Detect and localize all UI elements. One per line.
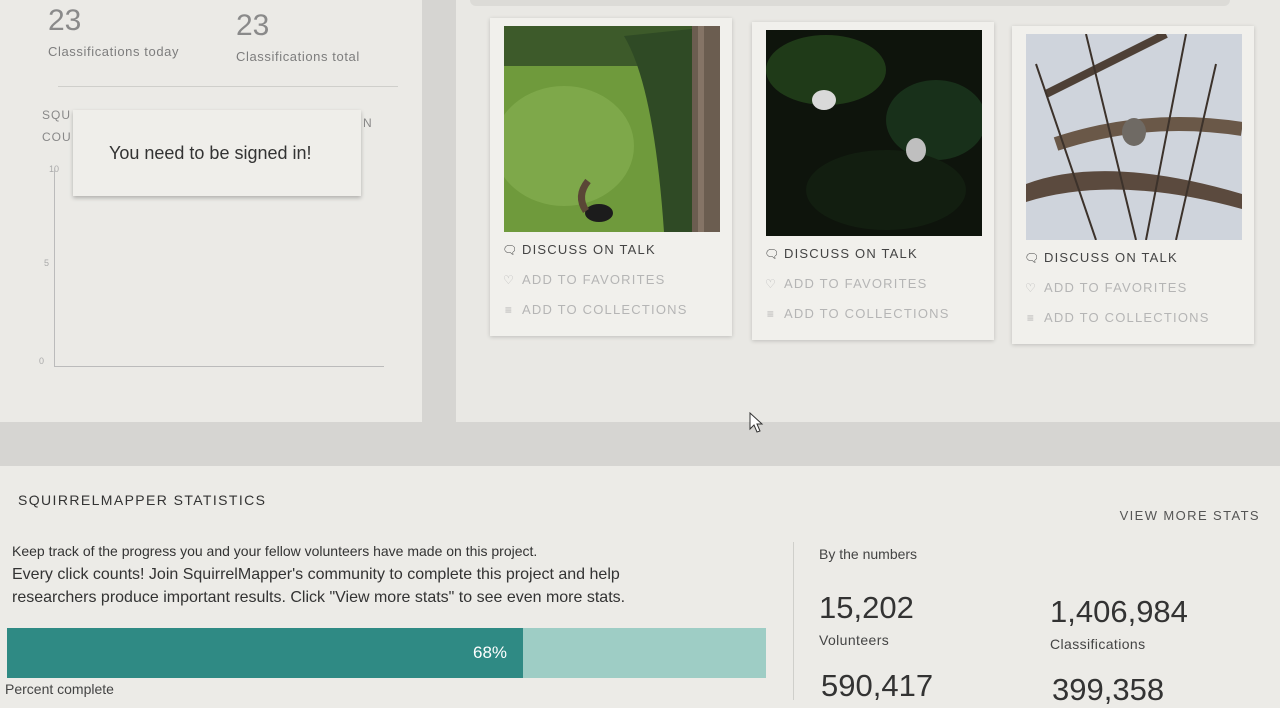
speech-bubble-icon: 🗨 <box>1024 250 1041 265</box>
list-icon: ≡ <box>504 302 514 317</box>
add-to-collections-button[interactable]: ≡ ADD TO COLLECTIONS <box>764 306 950 321</box>
discuss-label: DISCUSS ON TALK <box>784 246 918 261</box>
mouse-cursor-icon <box>749 412 764 433</box>
stats-divider <box>58 86 398 87</box>
stats-description-line2: Every click counts! Join SquirrelMapper'… <box>12 566 620 583</box>
classification-card-3: 🗨 DISCUSS ON TALK ♡ ADD TO FAVORITES ≡ A… <box>1012 26 1254 344</box>
list-icon: ≡ <box>1026 310 1036 325</box>
project-stats-title: SQUIRRELMAPPER STATISTICS <box>18 492 267 508</box>
progress-percent: 68% <box>473 643 508 662</box>
total-label: Classifications total <box>236 49 360 64</box>
chart-y-axis <box>54 168 55 366</box>
discuss-label: DISCUSS ON TALK <box>522 242 656 257</box>
sign-in-toast: You need to be signed in! <box>73 110 361 196</box>
collections-label: ADD TO COLLECTIONS <box>1044 310 1210 325</box>
chart-title-line1: SQU <box>42 108 72 122</box>
subject-image-squirrel-in-tree[interactable] <box>1026 34 1242 240</box>
chart-title-right: N <box>363 116 373 130</box>
chart-title-line2: COU <box>42 130 72 144</box>
classifications-count: 1,406,984 <box>1050 594 1188 629</box>
chart-x-axis <box>54 366 384 367</box>
completed-subjects-count: 399,358 <box>1052 672 1165 707</box>
today-label: Classifications today <box>48 44 180 59</box>
add-to-collections-button[interactable]: ≡ ADD TO COLLECTIONS <box>1024 310 1210 325</box>
add-to-collections-button[interactable]: ≡ ADD TO COLLECTIONS <box>502 302 688 317</box>
list-icon: ≡ <box>766 306 776 321</box>
classifications-today: 23 Classifications today <box>48 4 179 59</box>
toast-message: You need to be signed in! <box>109 142 312 163</box>
subject-image-dark-foliage[interactable] <box>766 30 982 236</box>
heart-icon: ♡ <box>1025 280 1037 295</box>
panel-gutter <box>422 0 456 466</box>
collections-label: ADD TO COLLECTIONS <box>784 306 950 321</box>
y-tick-5: 5 <box>44 258 50 268</box>
speech-bubble-icon: 🗨 <box>764 246 781 261</box>
percent-complete-label: Percent complete <box>5 681 114 697</box>
y-tick-0: 0 <box>39 356 45 366</box>
subjects-count: 590,417 <box>821 668 934 703</box>
heart-icon: ♡ <box>765 276 777 291</box>
numbers-separator <box>793 542 794 700</box>
add-to-favorites-button[interactable]: ♡ ADD TO FAVORITES <box>1024 280 1187 295</box>
heart-icon: ♡ <box>503 272 515 287</box>
stats-description-line3: researchers produce important results. C… <box>12 589 626 606</box>
progress-fill <box>7 628 523 678</box>
favorites-label: ADD TO FAVORITES <box>1044 280 1188 295</box>
collections-label: ADD TO COLLECTIONS <box>522 302 688 317</box>
volunteers-count: 15,202 <box>819 590 914 625</box>
view-more-stats-link[interactable]: VIEW MORE STATS <box>1120 508 1260 523</box>
speech-bubble-icon: 🗨 <box>502 242 519 257</box>
volunteers-label: Volunteers <box>819 632 890 648</box>
top-strip <box>470 0 1230 6</box>
classifications-total: 23 Classifications total <box>236 9 360 64</box>
discuss-on-talk-button[interactable]: 🗨 DISCUSS ON TALK <box>1024 250 1178 265</box>
classification-card-1: 🗨 DISCUSS ON TALK ♡ ADD TO FAVORITES ≡ A… <box>490 18 732 336</box>
favorites-label: ADD TO FAVORITES <box>522 272 666 287</box>
classifications-label: Classifications <box>1050 636 1146 652</box>
stats-description-line1: Keep track of the progress you and your … <box>12 543 538 559</box>
discuss-label: DISCUSS ON TALK <box>1044 250 1178 265</box>
favorites-label: ADD TO FAVORITES <box>784 276 928 291</box>
today-count: 23 <box>48 4 82 37</box>
project-progress-bar: 68% <box>7 628 766 678</box>
by-the-numbers-heading: By the numbers <box>819 546 918 562</box>
classification-card-2: 🗨 DISCUSS ON TALK ♡ ADD TO FAVORITES ≡ A… <box>752 22 994 340</box>
discuss-on-talk-button[interactable]: 🗨 DISCUSS ON TALK <box>502 242 656 257</box>
section-gutter <box>0 422 1280 466</box>
discuss-on-talk-button[interactable]: 🗨 DISCUSS ON TALK <box>764 246 918 261</box>
total-count: 23 <box>236 9 270 42</box>
add-to-favorites-button[interactable]: ♡ ADD TO FAVORITES <box>764 276 927 291</box>
subject-image-squirrel-on-lawn[interactable] <box>504 26 720 232</box>
project-stats-description: Keep track of the progress you and your … <box>12 540 752 609</box>
add-to-favorites-button[interactable]: ♡ ADD TO FAVORITES <box>502 272 665 287</box>
